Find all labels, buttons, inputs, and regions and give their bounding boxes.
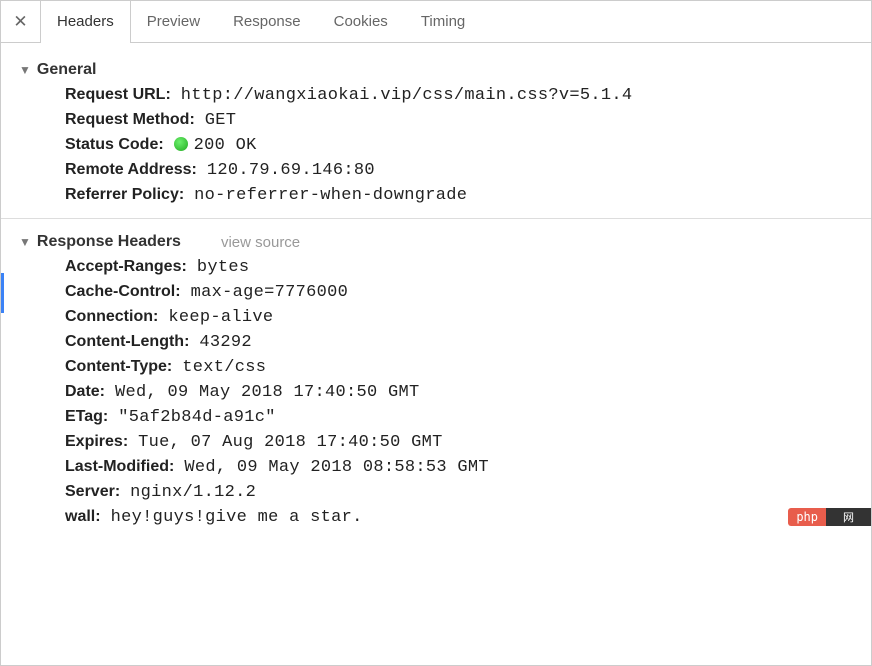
- tab-timing[interactable]: Timing: [405, 1, 482, 42]
- response-headers-title: Response Headers: [37, 233, 181, 251]
- content-length-value: 43292: [199, 333, 252, 352]
- expires-label: Expires:: [65, 433, 128, 451]
- chevron-down-icon: ▼: [19, 63, 31, 77]
- expires-value: Tue, 07 Aug 2018 17:40:50 GMT: [138, 433, 443, 452]
- request-method-value: GET: [205, 111, 237, 130]
- remote-address-value: 120.79.69.146:80: [207, 161, 375, 180]
- tab-bar: ✕ Headers Preview Response Cookies Timin…: [1, 1, 871, 43]
- last-modified-value: Wed, 09 May 2018 08:58:53 GMT: [184, 458, 489, 477]
- status-code-row: Status Code: 200 OK: [1, 133, 871, 158]
- watermark-tail: 网: [826, 508, 871, 526]
- status-code-text: 200 OK: [194, 136, 257, 155]
- connection-value: keep-alive: [168, 308, 273, 327]
- watermark: php 网: [788, 508, 871, 526]
- etag-label: ETag:: [65, 408, 108, 426]
- etag-row: ETag: "5af2b84d-a91c": [1, 405, 871, 430]
- remote-address-label: Remote Address:: [65, 161, 197, 179]
- wall-label: wall:: [65, 508, 101, 526]
- status-dot-icon: [174, 137, 188, 151]
- chevron-down-icon: ▼: [19, 235, 31, 249]
- status-code-value: 200 OK: [174, 136, 257, 155]
- accept-ranges-label: Accept-Ranges:: [65, 258, 187, 276]
- response-headers-header[interactable]: ▼ Response Headers view source: [1, 229, 871, 255]
- etag-value: "5af2b84d-a91c": [118, 408, 276, 427]
- remote-address-row: Remote Address: 120.79.69.146:80: [1, 158, 871, 183]
- tab-preview[interactable]: Preview: [131, 1, 217, 42]
- content-length-label: Content-Length:: [65, 333, 189, 351]
- accept-ranges-value: bytes: [197, 258, 250, 277]
- date-label: Date:: [65, 383, 105, 401]
- wall-row: wall: hey!guys!give me a star.: [1, 505, 871, 530]
- close-icon[interactable]: ✕: [1, 1, 41, 42]
- referrer-policy-row: Referrer Policy: no-referrer-when-downgr…: [1, 183, 871, 208]
- server-value: nginx/1.12.2: [130, 483, 256, 502]
- server-row: Server: nginx/1.12.2: [1, 480, 871, 505]
- date-value: Wed, 09 May 2018 17:40:50 GMT: [115, 383, 420, 402]
- request-url-value: http://wangxiaokai.vip/css/main.css?v=5.…: [181, 86, 633, 105]
- view-source-link[interactable]: view source: [221, 234, 300, 251]
- content-type-row: Content-Type: text/css: [1, 355, 871, 380]
- tab-cookies[interactable]: Cookies: [318, 1, 405, 42]
- divider: [1, 218, 871, 219]
- last-modified-label: Last-Modified:: [65, 458, 174, 476]
- cache-control-value: max-age=7776000: [191, 283, 349, 302]
- status-code-label: Status Code:: [65, 136, 164, 154]
- headers-panel: ▼ General Request URL: http://wangxiaoka…: [1, 43, 871, 544]
- request-url-row: Request URL: http://wangxiaokai.vip/css/…: [1, 83, 871, 108]
- referrer-policy-label: Referrer Policy:: [65, 186, 184, 204]
- wall-value: hey!guys!give me a star.: [111, 508, 363, 527]
- accept-ranges-row: Accept-Ranges: bytes: [1, 255, 871, 280]
- general-section: ▼ General Request URL: http://wangxiaoka…: [1, 53, 871, 212]
- connection-row: Connection: keep-alive: [1, 305, 871, 330]
- expires-row: Expires: Tue, 07 Aug 2018 17:40:50 GMT: [1, 430, 871, 455]
- selection-indicator: [1, 273, 4, 313]
- connection-label: Connection:: [65, 308, 158, 326]
- request-method-label: Request Method:: [65, 111, 195, 129]
- request-method-row: Request Method: GET: [1, 108, 871, 133]
- cache-control-row: Cache-Control: max-age=7776000: [1, 280, 871, 305]
- referrer-policy-value: no-referrer-when-downgrade: [194, 186, 467, 205]
- general-section-header[interactable]: ▼ General: [1, 57, 871, 83]
- date-row: Date: Wed, 09 May 2018 17:40:50 GMT: [1, 380, 871, 405]
- content-length-row: Content-Length: 43292: [1, 330, 871, 355]
- watermark-php-badge: php: [788, 508, 826, 526]
- general-title: General: [37, 61, 97, 79]
- request-url-label: Request URL:: [65, 86, 171, 104]
- content-type-value: text/css: [182, 358, 266, 377]
- tab-headers[interactable]: Headers: [41, 1, 131, 42]
- content-type-label: Content-Type:: [65, 358, 172, 376]
- last-modified-row: Last-Modified: Wed, 09 May 2018 08:58:53…: [1, 455, 871, 480]
- tab-response[interactable]: Response: [217, 1, 318, 42]
- server-label: Server:: [65, 483, 120, 501]
- response-headers-section: ▼ Response Headers view source Accept-Ra…: [1, 225, 871, 534]
- cache-control-label: Cache-Control:: [65, 283, 181, 301]
